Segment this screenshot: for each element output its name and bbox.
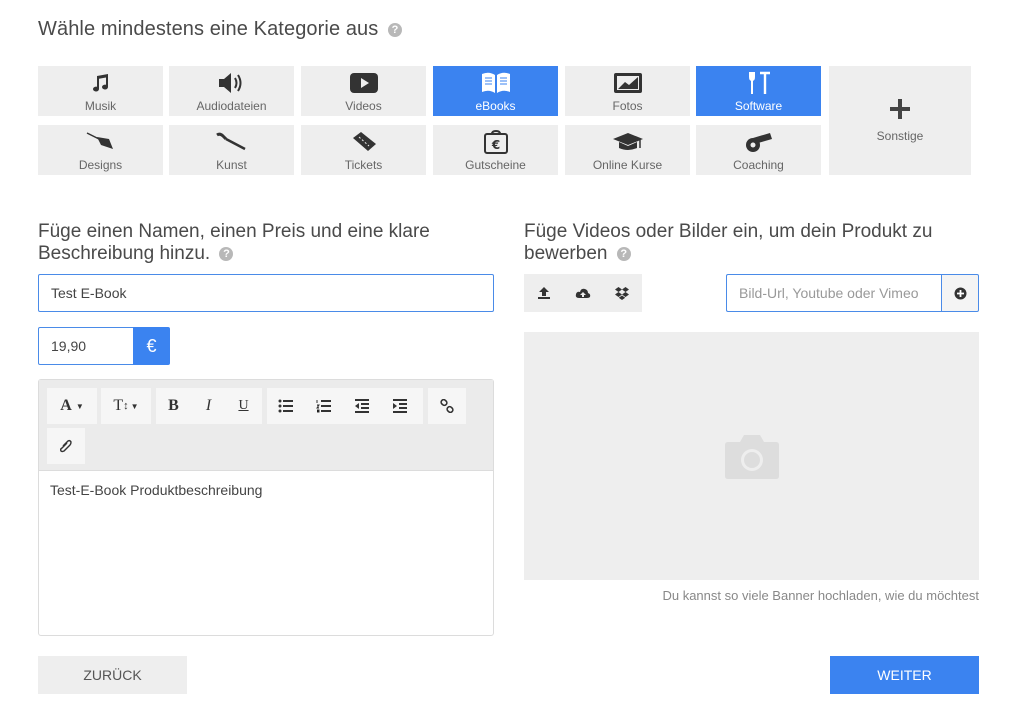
- media-title: Füge Videos oder Bilder ein, um dein Pro…: [524, 221, 984, 265]
- details-title: Füge einen Namen, einen Preis und eine k…: [38, 221, 508, 265]
- attachment-group: [47, 428, 85, 464]
- help-icon[interactable]: ?: [616, 247, 631, 261]
- numbered-list-icon[interactable]: [305, 388, 343, 424]
- category-videos[interactable]: Videos: [301, 66, 426, 116]
- cloud-upload-icon[interactable]: [563, 274, 602, 312]
- volume-icon: [169, 70, 294, 96]
- caret-down-icon: ▼: [130, 401, 139, 411]
- price-input[interactable]: 19,90: [38, 327, 134, 365]
- category-label: Online Kurse: [592, 158, 663, 172]
- outdent-icon[interactable]: [343, 388, 381, 424]
- category-fotos[interactable]: Fotos: [565, 66, 690, 116]
- indent-icon[interactable]: [381, 388, 419, 424]
- photo-icon: [565, 70, 690, 96]
- next-button[interactable]: WEITER: [830, 656, 979, 694]
- bold-button[interactable]: B: [156, 388, 191, 424]
- category-label: Videos: [345, 99, 382, 113]
- tools-icon: [696, 70, 821, 96]
- editor-toolbar: A ▼ T ↕ ▼ B I U: [39, 380, 493, 471]
- category-online-kurse[interactable]: Online Kurse: [565, 125, 690, 175]
- book-icon: [433, 70, 558, 96]
- upload-hint: Du kannst so viele Banner hochladen, wie…: [662, 588, 979, 603]
- editor-content[interactable]: Test-E-Book Produktbeschreibung: [50, 482, 262, 498]
- category-tickets[interactable]: Tickets: [301, 125, 426, 175]
- dropbox-icon[interactable]: [602, 274, 641, 312]
- list-group: [267, 388, 423, 424]
- description-editor[interactable]: A ▼ T ↕ ▼ B I U Test-E-Book Produktbesch…: [38, 379, 494, 636]
- paperclip-icon[interactable]: [47, 428, 85, 464]
- category-label: Sonstige: [876, 129, 924, 143]
- category-audiodateien[interactable]: Audiodateien: [169, 66, 294, 116]
- category-label: Tickets: [344, 158, 383, 172]
- media-tools: [524, 274, 642, 312]
- details-title-text: Füge einen Namen, einen Preis und eine k…: [38, 221, 430, 264]
- product-name-input[interactable]: Test E-Book: [38, 274, 494, 312]
- font-size-dropdown[interactable]: T ↕ ▼: [101, 388, 151, 424]
- format-group: B I U: [156, 388, 262, 424]
- media-preview: [524, 332, 979, 580]
- category-label: Audiodateien: [196, 99, 267, 113]
- caret-down-icon: ▼: [75, 401, 84, 411]
- upload-icon[interactable]: [524, 274, 563, 312]
- link-icon[interactable]: [428, 388, 466, 424]
- category-software[interactable]: Software: [696, 66, 821, 116]
- category-grid: Musik Audiodateien Videos eBooks Fotos S…: [38, 66, 972, 176]
- whistle-icon: [696, 129, 821, 155]
- category-kunst[interactable]: Kunst: [169, 125, 294, 175]
- category-title: Wähle mindestens eine Kategorie aus ?: [38, 18, 403, 41]
- help-icon[interactable]: ?: [388, 23, 403, 37]
- back-button[interactable]: ZURÜCK: [38, 656, 187, 694]
- category-label: eBooks: [475, 99, 516, 113]
- bullet-list-icon[interactable]: [267, 388, 305, 424]
- camera-icon: [724, 435, 779, 479]
- category-label: Fotos: [612, 99, 643, 113]
- media-title-text: Füge Videos oder Bilder ein, um dein Pro…: [524, 221, 933, 264]
- category-label: Coaching: [733, 158, 784, 172]
- currency-addon: €: [133, 327, 170, 365]
- add-url-button[interactable]: [941, 274, 979, 312]
- font-label: A: [60, 397, 72, 414]
- product-name-value: Test E-Book: [51, 285, 127, 301]
- ticket-icon: [301, 129, 426, 155]
- text-height-icon: ↕: [123, 400, 129, 412]
- category-musik[interactable]: Musik: [38, 66, 163, 116]
- plus-icon: [829, 96, 971, 122]
- category-sonstige[interactable]: Sonstige: [829, 66, 971, 175]
- category-label: Gutscheine: [465, 158, 526, 172]
- media-url-input[interactable]: Bild-Url, Youtube oder Vimeo: [726, 274, 942, 312]
- video-play-icon: [301, 70, 426, 96]
- category-label: Designs: [78, 158, 123, 172]
- category-title-text: Wähle mindestens eine Kategorie aus: [38, 18, 379, 40]
- graduation-cap-icon: [565, 129, 690, 155]
- underline-button[interactable]: U: [226, 388, 261, 424]
- category-label: Kunst: [216, 158, 247, 172]
- font-size-label: T: [113, 397, 124, 414]
- voucher-icon: €: [433, 129, 558, 155]
- price-value: 19,90: [51, 338, 87, 354]
- paintbrush-icon: [169, 129, 294, 155]
- category-label: Software: [734, 99, 783, 113]
- music-icon: [38, 70, 163, 96]
- category-ebooks[interactable]: eBooks: [433, 66, 558, 116]
- link-group: [428, 388, 466, 424]
- help-icon[interactable]: ?: [219, 247, 234, 261]
- font-dropdown[interactable]: A ▼: [47, 388, 97, 424]
- category-label: Musik: [84, 99, 117, 113]
- italic-button[interactable]: I: [191, 388, 226, 424]
- svg-text:€: €: [490, 138, 499, 152]
- media-url-placeholder: Bild-Url, Youtube oder Vimeo: [739, 285, 919, 301]
- plus-circle-icon: [954, 287, 966, 299]
- category-gutscheine[interactable]: € Gutscheine: [433, 125, 558, 175]
- category-coaching[interactable]: Coaching: [696, 125, 821, 175]
- category-designs[interactable]: Designs: [38, 125, 163, 175]
- pen-nib-icon: [38, 129, 163, 155]
